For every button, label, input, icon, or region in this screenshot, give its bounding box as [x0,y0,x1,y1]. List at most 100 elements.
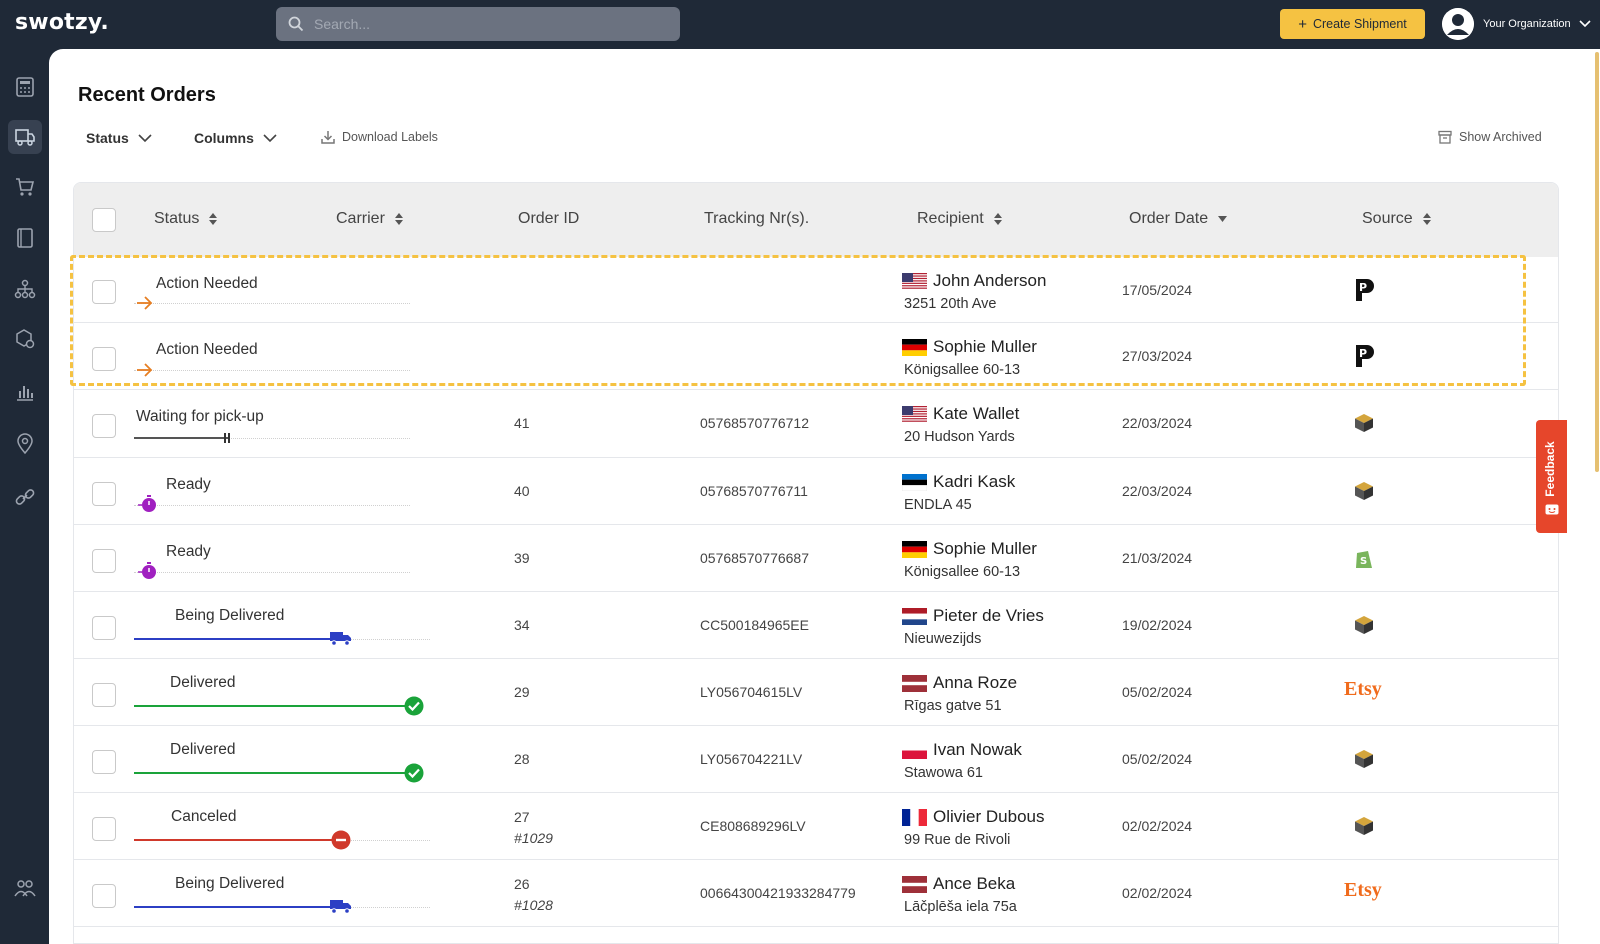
sidebar-calculator-icon[interactable] [11,73,39,101]
table-row[interactable]: Action Needed John Anderson 3251 20th Ave 1… [74,257,1558,323]
create-shipment-button[interactable]: + Create Shipment [1280,9,1425,39]
select-all-checkbox[interactable] [92,208,116,232]
order-source: S [1354,548,1374,576]
order-date: 05/02/2024 [1122,684,1193,700]
row-checkbox[interactable] [92,682,116,707]
etsy-source-logo: Etsy [1344,678,1382,700]
row-checkbox[interactable] [92,749,116,774]
plus-icon: + [1298,15,1307,33]
order-id: 27 #1029 [514,809,553,846]
tracking-number[interactable]: CC500184965EE [700,617,809,633]
archive-icon [1438,130,1452,144]
recipient-name: Kate Wallet [902,404,1019,424]
recipient-name-text: Sophie Muller [933,337,1037,356]
order-id-number: 40 [514,483,530,499]
sidebar-network-icon[interactable] [11,275,39,303]
tracking-number[interactable]: 05768570776712 [700,415,809,431]
table-row[interactable]: Being Delivered 26 #1028 006643004219332847… [74,860,1558,927]
order-reference: #1029 [514,830,553,846]
parcel-source-icon: P [1356,279,1374,301]
order-date: 22/03/2024 [1122,415,1193,431]
row-checkbox[interactable] [92,883,116,908]
order-id-number: 28 [514,751,530,767]
main-panel: Recent Orders Status Columns Download La… [49,49,1591,944]
row-checkbox[interactable] [92,548,116,573]
custom-box-source-icon [1355,414,1373,432]
sidebar-location-icon[interactable] [11,430,39,458]
app-logo[interactable]: swotzy. [15,10,109,35]
location-icon [17,433,33,455]
sidebar-chart-icon[interactable] [11,378,39,406]
table-row[interactable]: Ready 39 05768570776687 Sophie Muller Königs… [74,525,1558,592]
book-icon [17,228,33,248]
tracking-number[interactable]: 05768570776711 [700,483,808,499]
search-input[interactable] [314,7,664,41]
avatar-icon [1442,8,1474,40]
show-archived-button[interactable]: Show Archived [1438,130,1542,144]
column-order-id-label: Order ID [518,210,580,227]
recipient-name: Kadri Kask [901,472,1015,492]
tracking-number[interactable]: CE808689296LV [700,818,806,834]
tracking-number[interactable]: 05768570776687 [700,550,809,566]
feedback-tab[interactable]: Feedback [1536,420,1567,533]
sidebar-cart-icon[interactable] [11,173,39,201]
order-reference: #1028 [514,897,553,913]
download-labels-button[interactable]: Download Labels [321,130,438,144]
table-row[interactable]: Delivered 29 LY056704615LV Anna Roze Rīgas g… [74,659,1558,726]
recipient-address: Königsallee 60-13 [904,564,1021,580]
row-checkbox[interactable] [92,280,116,304]
row-checkbox[interactable] [92,481,116,506]
sidebar-link-icon[interactable] [11,483,39,511]
row-checkbox[interactable] [92,816,116,841]
columns-dropdown[interactable]: Columns [194,128,277,148]
status-filter-dropdown[interactable]: Status [86,128,152,148]
tracking-number[interactable]: 00664300421933284779 [700,885,856,901]
organization-menu[interactable]: Your Organization [1442,8,1591,40]
sidebar-book-icon[interactable] [11,224,39,252]
table-row[interactable]: Being Delivered 34 CC500184965EE Pieter de … [74,592,1558,659]
tracking-number[interactable]: LY056704615LV [700,684,802,700]
sort-desc-icon [1218,216,1228,222]
column-status[interactable]: Status [154,210,218,228]
country-flag-icon [902,540,927,558]
table-row[interactable]: Waiting for pick-up 41 05768570776712 Kate … [74,390,1558,458]
recipient-name: Pieter de Vries [902,606,1044,626]
table-row[interactable]: Ready 40 05768570776711 Kadri Kask ENDLA 45 2… [74,458,1558,525]
row-checkbox[interactable] [92,414,116,438]
recipient-name: Anna Roze [902,673,1017,693]
column-status-label: Status [154,210,200,227]
column-carrier[interactable]: Carrier [336,210,403,228]
country-flag-icon [901,473,928,491]
parcel-source-icon: P [1356,345,1374,367]
order-id-number: 39 [514,550,530,566]
arrow-right-icon [137,363,153,377]
timer-icon [138,495,156,512]
column-recipient[interactable]: Recipient [917,210,1002,228]
country-flag-icon [902,674,927,692]
table-header: Status Carrier Order ID Tracking Nr(s). … [74,183,1558,257]
order-id: 39 [514,550,530,571]
cancel-circle-icon [331,830,351,850]
tracking-number[interactable]: LY056704221LV [700,751,802,767]
row-checkbox[interactable] [92,615,116,640]
recipient-name-text: Pieter de Vries [933,606,1044,625]
order-date: 17/05/2024 [1122,282,1193,298]
scrollbar[interactable] [1591,49,1600,944]
search-box[interactable] [276,7,680,41]
column-tracking: Tracking Nr(s). [704,210,809,228]
column-order-date[interactable]: Order Date [1129,210,1228,228]
scrollbar-thumb[interactable] [1595,52,1599,472]
table-row[interactable]: Action Needed Sophie Muller Königsallee 60… [74,323,1558,390]
column-source[interactable]: Source [1362,210,1431,228]
sidebar-shipments-icon[interactable] [8,120,42,154]
sidebar-users-icon[interactable] [11,874,39,902]
table-row[interactable]: Delivered 28 LY056704221LV Ivan Nowak Stawow… [74,726,1558,793]
status-progress [134,772,414,774]
table-row[interactable]: Canceled 27 #1029 CE808689296LV Olivier Dubo… [74,793,1558,860]
recipient-name: Sophie Muller [902,337,1037,357]
status-track [134,572,410,573]
row-checkbox[interactable] [92,346,116,371]
sidebar-box-settings-icon[interactable] [11,325,39,353]
status-track [134,303,410,304]
order-id-number: 27 [514,809,530,825]
